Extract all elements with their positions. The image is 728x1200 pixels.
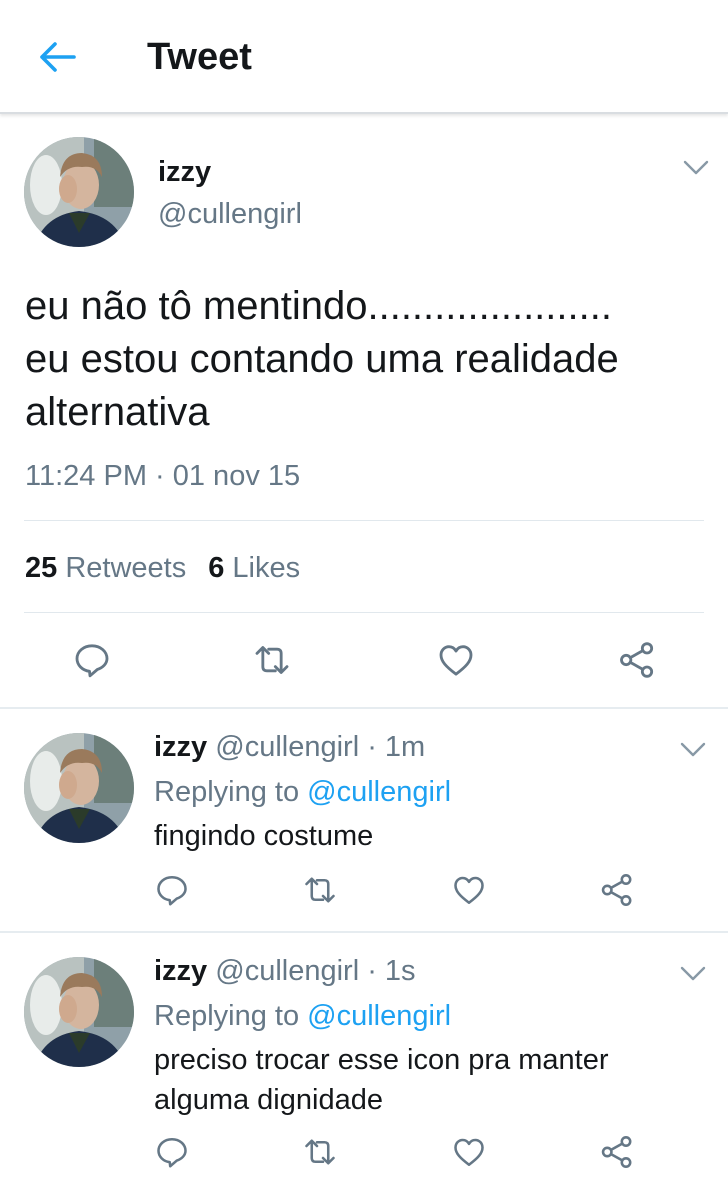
retweet-stat[interactable]: 25 Retweets: [25, 552, 186, 584]
replying-label: Replying to: [154, 776, 300, 808]
like-stat[interactable]: 6 Likes: [208, 552, 300, 584]
reply-text: fingindo costume: [154, 820, 374, 852]
author-handle[interactable]: @cullengirl: [215, 955, 359, 987]
like-label: Likes: [232, 552, 301, 584]
retweet-icon[interactable]: [302, 1134, 338, 1170]
tweet-timestamp: 11:24 PM · 01 nov 15: [25, 460, 301, 492]
tweet-text-line: eu estou contando uma realidade: [25, 337, 619, 381]
reply-time: · 1s: [367, 955, 416, 987]
divider: [24, 520, 704, 521]
author-handle[interactable]: @cullengirl: [158, 198, 302, 231]
divider: [0, 707, 728, 709]
reply-icon[interactable]: [154, 872, 190, 908]
engagement-stats: 25 Retweets 6 Likes: [25, 552, 300, 585]
avatar[interactable]: [24, 137, 134, 247]
share-icon[interactable]: [599, 1134, 635, 1170]
share-icon[interactable]: [599, 872, 635, 908]
replying-to: Replying to @cullengirl: [154, 1000, 451, 1033]
retweet-icon[interactable]: [302, 872, 338, 908]
reply-header: izzy @cullengirl · 1s: [154, 955, 416, 988]
share-icon[interactable]: [617, 640, 657, 680]
arrow-left-icon[interactable]: [38, 40, 78, 74]
tweet-text-line: alternativa: [25, 390, 210, 434]
reply-text: preciso trocar esse icon pra manter algu…: [154, 1044, 609, 1116]
retweet-count: 25: [25, 552, 58, 584]
like-icon[interactable]: [436, 640, 476, 680]
author-name[interactable]: izzy: [154, 955, 207, 987]
mention-link[interactable]: @cullengirl: [307, 1000, 451, 1032]
reply-icon[interactable]: [154, 1134, 190, 1170]
author-handle[interactable]: @cullengirl: [215, 731, 359, 763]
reply-icon[interactable]: [72, 640, 112, 680]
divider: [0, 931, 728, 933]
like-icon[interactable]: [451, 872, 487, 908]
replying-label: Replying to: [154, 1000, 300, 1032]
retweet-icon[interactable]: [252, 640, 292, 680]
avatar[interactable]: [24, 957, 134, 1067]
chevron-down-icon[interactable]: [680, 742, 706, 758]
chevron-down-icon[interactable]: [680, 966, 706, 982]
author-name[interactable]: izzy: [154, 731, 207, 763]
retweet-label: Retweets: [65, 552, 187, 584]
reply-header: izzy @cullengirl · 1m: [154, 731, 425, 764]
author-name[interactable]: izzy: [158, 156, 211, 189]
chevron-down-icon[interactable]: [683, 160, 709, 176]
tweet-text-line: eu não tô mentindo......................: [25, 284, 612, 328]
replying-to: Replying to @cullengirl: [154, 776, 451, 809]
like-count: 6: [208, 552, 225, 584]
avatar[interactable]: [24, 733, 134, 843]
tweet-text: eu não tô mentindo......................…: [25, 280, 705, 439]
mention-link[interactable]: @cullengirl: [307, 776, 451, 808]
like-icon[interactable]: [451, 1134, 487, 1170]
reply-time: · 1m: [367, 731, 426, 763]
top-app-bar: Tweet: [0, 0, 728, 114]
divider: [24, 612, 704, 613]
page-title: Tweet: [147, 36, 252, 78]
